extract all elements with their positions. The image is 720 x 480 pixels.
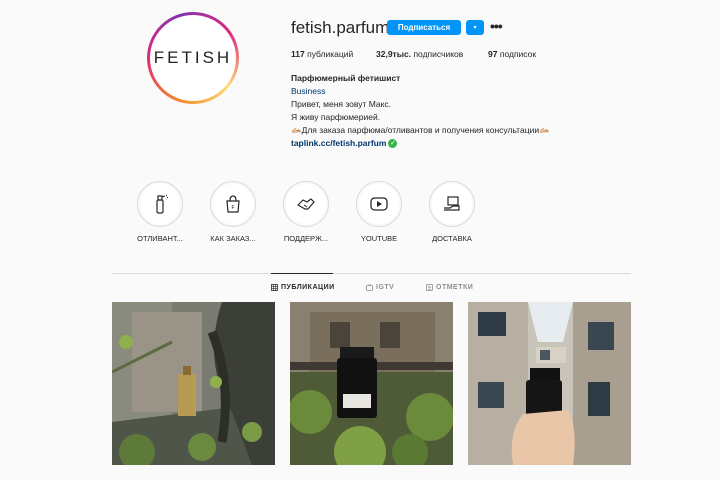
post-photo-3 [468,302,631,465]
more-options-icon[interactable]: ••• [490,18,503,34]
avatar-logo-text: FETISH [153,48,233,67]
profile-username: fetish.parfum [291,18,390,37]
highlight-label: ОТЛИВАНТ... [137,234,183,243]
highlight-cover [356,181,402,227]
highlight-otlivanty[interactable]: ОТЛИВАНТ... [130,181,190,243]
highlight-label: ПОДДЕРЖ... [283,234,329,243]
delivery-box-icon [444,196,460,211]
followers-stat[interactable]: 32,9тыс. подписчиков [376,49,463,59]
tab-igtv[interactable]: IGTV [366,284,394,291]
post-thumbnail[interactable] [468,302,631,465]
posts-count: 117 [291,49,305,59]
posts-count-stat: 117 публикаций [291,49,353,59]
following-stat[interactable]: 97 подписок [488,49,536,59]
bio-line-1: Привет, меня зовут Макс. [291,99,392,109]
tabs-divider [112,273,631,274]
followers-label: подписчиков [413,49,464,59]
highlight-label: КАК ЗАКАЗ... [210,234,256,243]
profile-bio: Парфюмерный фетишист Business Привет, ме… [291,72,550,150]
highlight-youtube[interactable]: YOUTUBE [349,181,409,243]
highlight-label: ДОСТАВКА [432,234,472,243]
post-photo-1 [112,302,275,465]
tab-tagged[interactable]: ОТМЕТКИ [426,284,473,291]
post-photo-2 [290,302,453,465]
avatar[interactable]: FETISH [147,12,239,104]
posts-label: публикаций [307,49,354,59]
highlight-cover: F [210,181,256,227]
follow-button[interactable]: Подписаться [387,20,461,35]
tab-label: ОТМЕТКИ [436,284,474,291]
highlight-cover [283,181,329,227]
bio-line-2: Я живу парфюмерией. [291,112,381,122]
bio-category: Business [291,86,326,96]
tagged-icon [426,284,433,291]
highlight-kak-zakazat[interactable]: F КАК ЗАКАЗ... [203,181,263,243]
following-count: 97 [488,49,498,59]
highlight-podderzhka[interactable]: ПОДДЕРЖ... [276,181,336,243]
bio-full-name: Парфюмерный фетишист [291,73,401,83]
highlight-label: YOUTUBE [360,234,398,243]
tab-label: ПУБЛИКАЦИИ [281,284,335,291]
handshake-icon [297,198,315,210]
avatar-inner: FETISH [150,15,236,101]
following-label: подписок [499,49,537,59]
highlight-cover [137,181,183,227]
verified-check-icon: ✓ [388,139,398,149]
tab-label: IGTV [376,284,395,291]
bio-link[interactable]: taplink.cc/fetish.parfum [291,138,386,148]
suggestions-dropdown-button[interactable]: ▾ [466,20,484,35]
igtv-icon [366,284,373,291]
bio-line-3: 🫴🏼Для заказа парфюма/отливантов и получе… [291,125,550,135]
active-tab-indicator [271,273,333,274]
grid-icon [271,284,278,291]
spray-bottle-icon [156,194,169,214]
highlight-cover [429,181,475,227]
tab-posts[interactable]: ПУБЛИКАЦИИ [271,284,335,291]
followers-count: 32,9тыс. [376,49,412,59]
youtube-icon [370,197,388,211]
chevron-down-icon: ▾ [473,25,477,31]
post-thumbnail[interactable] [112,302,275,465]
shopping-bag-icon: F [226,195,240,213]
highlight-dostavka[interactable]: ДОСТАВКА [422,181,482,243]
svg-text:F: F [231,205,234,211]
post-thumbnail[interactable] [290,302,453,465]
